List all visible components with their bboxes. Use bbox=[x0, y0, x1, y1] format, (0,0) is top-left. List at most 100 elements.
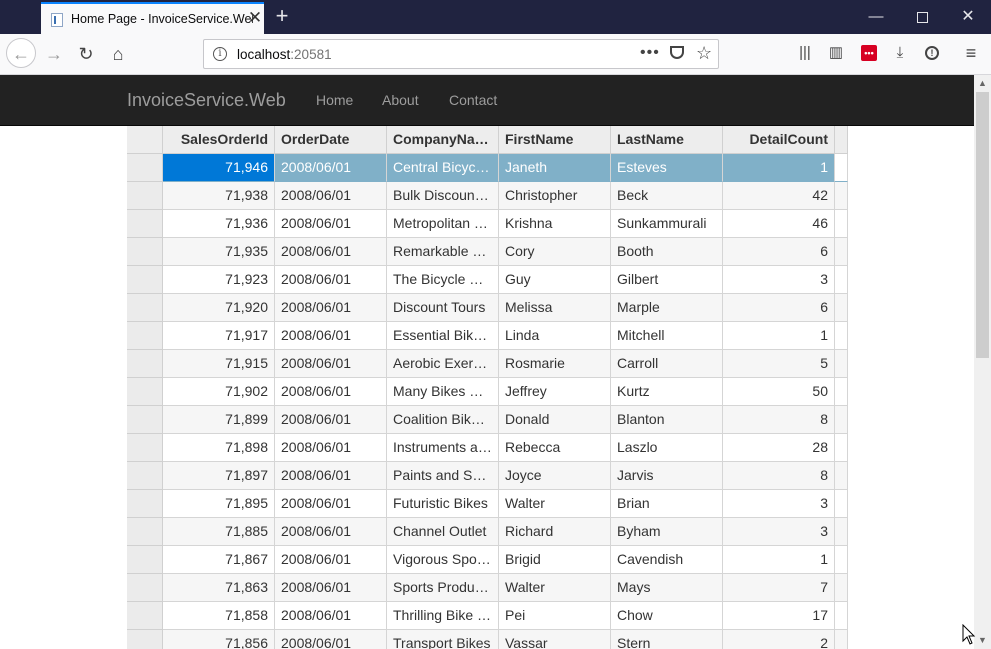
cell-salesorderid[interactable]: 71,867 bbox=[163, 546, 275, 574]
table-row[interactable]: 71,895 2008/06/01 Futuristic Bikes Walter Br… bbox=[127, 490, 848, 518]
cell-orderdate[interactable]: 2008/06/01 bbox=[275, 546, 387, 574]
cell-firstname[interactable]: Vassar bbox=[499, 630, 611, 649]
cell-lastname[interactable]: Marple bbox=[611, 294, 723, 322]
cell-salesorderid[interactable]: 71,920 bbox=[163, 294, 275, 322]
cell-firstname[interactable]: Rosmarie bbox=[499, 350, 611, 378]
row-header-cell[interactable] bbox=[127, 574, 163, 602]
library-icon[interactable]: ||| bbox=[794, 42, 816, 64]
scroll-up-arrow-icon[interactable]: ▲ bbox=[974, 75, 991, 92]
cell-orderdate[interactable]: 2008/06/01 bbox=[275, 462, 387, 490]
table-row[interactable]: 71,899 2008/06/01 Coalition Bik… Donald Blan… bbox=[127, 406, 848, 434]
reader-extension-icon[interactable]: ! bbox=[921, 42, 943, 64]
cell-lastname[interactable]: Booth bbox=[611, 238, 723, 266]
cell-lastname[interactable]: Blanton bbox=[611, 406, 723, 434]
cell-detailcount[interactable]: 3 bbox=[723, 518, 835, 546]
table-row[interactable]: 71,917 2008/06/01 Essential Bik… Linda Mitch… bbox=[127, 322, 848, 350]
vertical-scrollbar[interactable]: ▲ ▼ bbox=[974, 75, 991, 649]
scroll-down-arrow-icon[interactable]: ▼ bbox=[974, 632, 991, 649]
row-header-cell[interactable] bbox=[127, 294, 163, 322]
cell-orderdate[interactable]: 2008/06/01 bbox=[275, 574, 387, 602]
cell-companyname[interactable]: Transport Bikes bbox=[387, 630, 499, 649]
row-header-cell[interactable] bbox=[127, 378, 163, 406]
close-window-button[interactable]: ✕ bbox=[945, 0, 991, 34]
cell-lastname[interactable]: Gilbert bbox=[611, 266, 723, 294]
cell-firstname[interactable]: Krishna bbox=[499, 210, 611, 238]
cell-salesorderid[interactable]: 71,897 bbox=[163, 462, 275, 490]
cell-salesorderid[interactable]: 71,885 bbox=[163, 518, 275, 546]
cell-lastname[interactable]: Kurtz bbox=[611, 378, 723, 406]
extension-icon[interactable]: ••• bbox=[858, 42, 880, 64]
cell-companyname[interactable]: Vigorous Spo… bbox=[387, 546, 499, 574]
cell-orderdate[interactable]: 2008/06/01 bbox=[275, 518, 387, 546]
new-tab-icon[interactable]: + bbox=[272, 5, 292, 27]
cell-detailcount[interactable]: 5 bbox=[723, 350, 835, 378]
table-row[interactable]: 71,923 2008/06/01 The Bicycle … Guy Gilbert 3 bbox=[127, 266, 848, 294]
cell-lastname[interactable]: Mays bbox=[611, 574, 723, 602]
grid-corner-header[interactable] bbox=[127, 126, 163, 154]
cell-lastname[interactable]: Brian bbox=[611, 490, 723, 518]
column-header-companyname[interactable]: CompanyNa… bbox=[387, 126, 499, 154]
cell-lastname[interactable]: Beck bbox=[611, 182, 723, 210]
column-header-salesorderid[interactable]: SalesOrderId bbox=[163, 126, 275, 154]
cell-lastname[interactable]: Cavendish bbox=[611, 546, 723, 574]
sidebar-icon[interactable]: ▥ bbox=[825, 42, 847, 64]
table-row[interactable]: 71,885 2008/06/01 Channel Outlet Richard Byh… bbox=[127, 518, 848, 546]
row-header-cell[interactable] bbox=[127, 350, 163, 378]
cell-salesorderid[interactable]: 71,935 bbox=[163, 238, 275, 266]
cell-lastname[interactable]: Sunkammurali bbox=[611, 210, 723, 238]
cell-orderdate[interactable]: 2008/06/01 bbox=[275, 266, 387, 294]
cell-companyname[interactable]: Sports Produ… bbox=[387, 574, 499, 602]
cell-firstname[interactable]: Melissa bbox=[499, 294, 611, 322]
back-arrow-icon[interactable]: ← bbox=[6, 38, 36, 68]
table-row[interactable]: 71,946 2008/06/01 Central Bicyc… Janeth Este… bbox=[127, 154, 848, 182]
table-row[interactable]: 71,867 2008/06/01 Vigorous Spo… Brigid Caven… bbox=[127, 546, 848, 574]
cell-detailcount[interactable]: 1 bbox=[723, 322, 835, 350]
cell-companyname[interactable]: Channel Outlet bbox=[387, 518, 499, 546]
cell-orderdate[interactable]: 2008/06/01 bbox=[275, 602, 387, 630]
address-bar[interactable]: i localhost:20581 ••• ☆ bbox=[203, 39, 719, 69]
table-row[interactable]: 71,897 2008/06/01 Paints and S… Joyce Jarvis… bbox=[127, 462, 848, 490]
cell-firstname[interactable]: Cory bbox=[499, 238, 611, 266]
cell-lastname[interactable]: Chow bbox=[611, 602, 723, 630]
cell-detailcount[interactable]: 28 bbox=[723, 434, 835, 462]
row-header-cell[interactable] bbox=[127, 602, 163, 630]
nav-link-about[interactable]: About bbox=[382, 92, 419, 108]
download-icon[interactable]: ⤓ bbox=[889, 42, 911, 64]
table-row[interactable]: 71,935 2008/06/01 Remarkable … Cory Booth 6 bbox=[127, 238, 848, 266]
row-header-cell[interactable] bbox=[127, 266, 163, 294]
cell-orderdate[interactable]: 2008/06/01 bbox=[275, 322, 387, 350]
hamburger-menu-icon[interactable]: ≡ bbox=[960, 42, 982, 64]
cell-detailcount[interactable]: 6 bbox=[723, 294, 835, 322]
cell-companyname[interactable]: Instruments a… bbox=[387, 434, 499, 462]
table-row[interactable]: 71,938 2008/06/01 Bulk Discoun… Christopher… bbox=[127, 182, 848, 210]
cell-lastname[interactable]: Carroll bbox=[611, 350, 723, 378]
brand-link[interactable]: InvoiceService.Web bbox=[127, 90, 286, 111]
cell-firstname[interactable]: Brigid bbox=[499, 546, 611, 574]
close-tab-icon[interactable]: ✕ bbox=[246, 9, 264, 27]
cell-companyname[interactable]: Paints and S… bbox=[387, 462, 499, 490]
table-row[interactable]: 71,858 2008/06/01 Thrilling Bike … Pei Chow 1… bbox=[127, 602, 848, 630]
cell-detailcount[interactable]: 8 bbox=[723, 462, 835, 490]
cell-orderdate[interactable]: 2008/06/01 bbox=[275, 630, 387, 649]
forward-arrow-icon[interactable]: → bbox=[41, 41, 67, 67]
cell-companyname[interactable]: The Bicycle … bbox=[387, 266, 499, 294]
row-header-cell[interactable] bbox=[127, 182, 163, 210]
maximize-window-button[interactable] bbox=[899, 0, 945, 34]
browser-tab[interactable]: Home Page - InvoiceService.Web ✕ bbox=[41, 2, 264, 34]
cell-detailcount[interactable]: 50 bbox=[723, 378, 835, 406]
cell-detailcount[interactable]: 3 bbox=[723, 266, 835, 294]
column-header-orderdate[interactable]: OrderDate bbox=[275, 126, 387, 154]
cell-companyname[interactable]: Aerobic Exer… bbox=[387, 350, 499, 378]
cell-companyname[interactable]: Remarkable … bbox=[387, 238, 499, 266]
cell-salesorderid[interactable]: 71,917 bbox=[163, 322, 275, 350]
row-header-cell[interactable] bbox=[127, 490, 163, 518]
cell-companyname[interactable]: Essential Bik… bbox=[387, 322, 499, 350]
row-header-cell[interactable] bbox=[127, 154, 163, 182]
cell-orderdate[interactable]: 2008/06/01 bbox=[275, 294, 387, 322]
cell-companyname[interactable]: Discount Tours bbox=[387, 294, 499, 322]
table-row[interactable]: 71,936 2008/06/01 Metropolitan … Krishna Sun… bbox=[127, 210, 848, 238]
cell-salesorderid[interactable]: 71,856 bbox=[163, 630, 275, 649]
cell-detailcount[interactable]: 8 bbox=[723, 406, 835, 434]
cell-orderdate[interactable]: 2008/06/01 bbox=[275, 238, 387, 266]
table-row[interactable]: 71,856 2008/06/01 Transport Bikes Vassar Ste… bbox=[127, 630, 848, 649]
